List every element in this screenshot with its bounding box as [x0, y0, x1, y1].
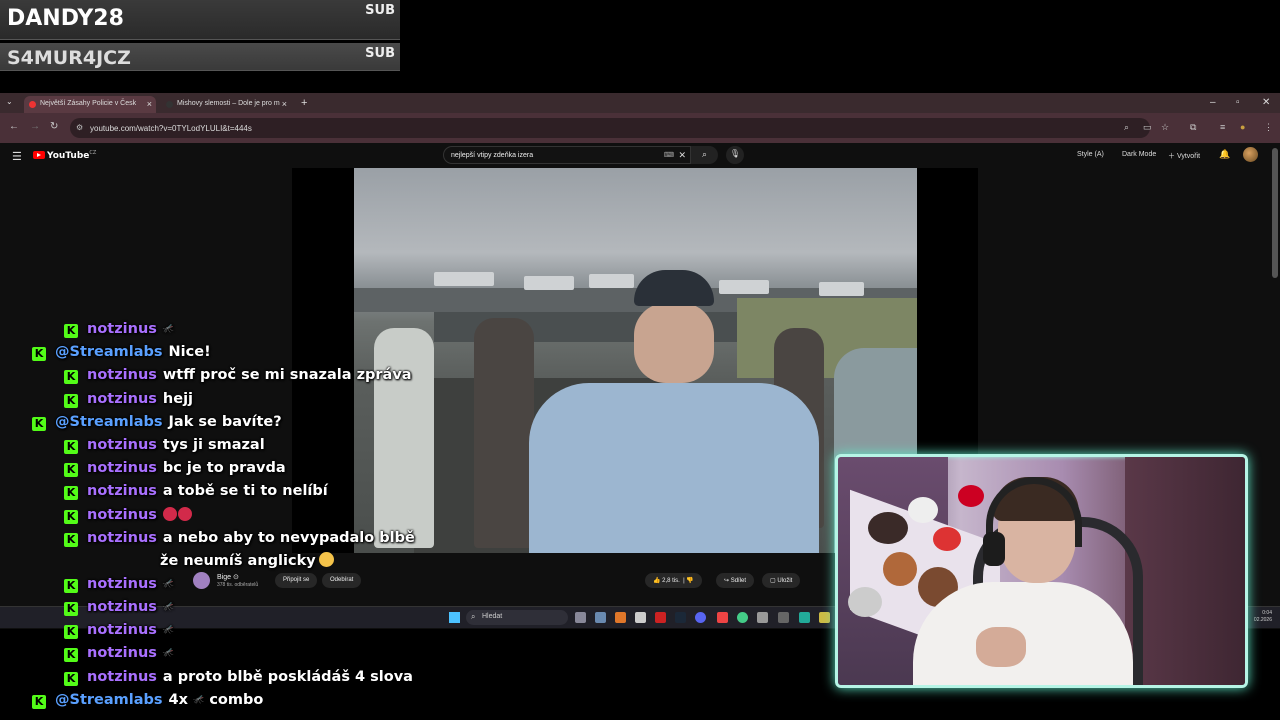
file-explorer-icon[interactable] — [819, 612, 830, 623]
thumbs-up-icon: 👍 — [653, 578, 661, 584]
forward-icon[interactable]: → — [30, 121, 40, 132]
chat-message: Knotzinus a proto blbě poskládáš 4 slova — [64, 669, 413, 686]
close-tab-icon[interactable]: × — [282, 99, 287, 109]
style-link[interactable]: Style (A) — [1077, 151, 1104, 158]
channel-name[interactable]: Bige ⊙ — [217, 573, 239, 581]
kick-badge-icon: K — [64, 672, 78, 686]
mosquito-emote-icon: 🦟 — [193, 695, 205, 705]
account-avatar[interactable] — [1243, 147, 1258, 162]
sub-alert-name: S4MUR4JCZ — [7, 47, 131, 69]
taskbar-clock[interactable]: 0:04 02.2026 — [1250, 610, 1272, 624]
share-button[interactable]: ↪ Sdílet — [716, 573, 755, 588]
search-button[interactable]: ⌕ — [691, 146, 718, 164]
back-icon[interactable]: ← — [9, 121, 19, 132]
new-tab-icon[interactable]: + — [301, 97, 307, 109]
tab-youtube[interactable]: Největší Zásahy Policie v Česk × — [24, 96, 156, 113]
notifications-bell-icon[interactable]: 🔔 — [1219, 149, 1230, 160]
dark-mode-link[interactable]: Dark Mode — [1122, 151, 1156, 158]
extensions-icon[interactable]: ⧉ — [1190, 122, 1196, 133]
cast-icon[interactable]: ▭ — [1143, 122, 1152, 133]
clear-search-icon[interactable]: ✕ — [678, 150, 686, 161]
url-text: youtube.com/watch?v=0TYLodYLULI&t=444s — [90, 124, 252, 133]
youtube-play-icon — [33, 151, 45, 159]
steam-icon[interactable] — [675, 612, 686, 623]
url-field[interactable]: ⚙ youtube.com/watch?v=0TYLodYLULI&t=444s — [70, 118, 1150, 138]
taskbar-search-label: Hledat — [482, 613, 503, 620]
tab-bar: ⌄ Největší Zásahy Policie v Česk × Misho… — [0, 93, 1280, 113]
app-icon[interactable] — [757, 612, 768, 623]
profile-icon[interactable]: ● — [1240, 122, 1245, 132]
widgets-icon[interactable] — [595, 612, 606, 623]
unsubscribe-button[interactable]: Odebírat — [322, 573, 362, 588]
sub-alert-name: DANDY28 — [7, 6, 124, 31]
windows-start-icon[interactable] — [449, 612, 460, 623]
channel-subscribers: 378 tis. odběratelů — [217, 582, 259, 588]
microphone-icon: 🎙 — [729, 149, 741, 158]
task-view-icon[interactable] — [575, 612, 586, 623]
sub-alert-tag: SUB — [365, 3, 395, 18]
mosquito-emote-icon: 🦟 — [162, 648, 175, 658]
channel-avatar[interactable] — [193, 572, 210, 589]
save-button[interactable]: ▢ Uložit — [762, 573, 801, 588]
menu-kebab-icon[interactable]: ⋮ — [1264, 122, 1273, 133]
youtube-favicon-icon — [29, 101, 36, 108]
zoom-icon[interactable]: ⌕ — [1124, 122, 1129, 133]
tab-title: Největší Zásahy Policie v Česk — [40, 100, 137, 107]
tab-second[interactable]: Mishovy slemosti – Dole je pro m × — [161, 96, 291, 113]
app-icon[interactable] — [799, 612, 810, 623]
bookmark-star-icon[interactable]: ☆ — [1161, 122, 1169, 133]
hamburger-menu-icon[interactable]: ☰ — [12, 150, 22, 163]
join-button[interactable]: Připojit se — [275, 573, 318, 588]
search-input[interactable]: nejlepší vtipy zdeňka izera ⌨ ✕ — [443, 146, 691, 164]
close-window-icon[interactable]: ✕ — [1262, 97, 1270, 108]
app-icon[interactable] — [717, 612, 728, 623]
video-frame — [354, 168, 917, 553]
search-icon: ⌕ — [701, 149, 708, 159]
save-icon: ▢ — [770, 578, 776, 584]
maximize-icon[interactable]: ▫ — [1236, 97, 1240, 108]
webcam-overlay — [835, 454, 1248, 688]
reload-icon[interactable]: ↻ — [50, 121, 58, 132]
app-icon[interactable] — [655, 612, 666, 623]
minimize-icon[interactable]: – — [1210, 97, 1216, 108]
keyboard-icon[interactable]: ⌨ — [664, 151, 674, 159]
share-icon: ↪ — [724, 578, 730, 584]
chat-message: Knotzinus 🦟 — [64, 645, 174, 662]
page-favicon-icon — [166, 101, 173, 108]
app-icon[interactable] — [635, 612, 646, 623]
reading-list-icon[interactable]: ≡ — [1220, 122, 1225, 132]
close-tab-icon[interactable]: × — [147, 99, 152, 109]
youtube-logo[interactable]: YouTubeCZ — [33, 150, 96, 161]
taskbar-search[interactable]: ⌕ Hledat — [466, 610, 568, 625]
page-scrollbar[interactable] — [1272, 148, 1278, 278]
search-icon: ⌕ — [471, 612, 476, 621]
address-bar-row: ← → ↻ ⚙ youtube.com/watch?v=0TYLodYLULI&… — [0, 113, 1280, 143]
site-info-icon[interactable]: ⚙ — [76, 123, 83, 132]
tab-list-icon[interactable]: ⌄ — [6, 97, 13, 106]
thumbs-down-icon: 👎 — [686, 578, 694, 584]
chat-message: K @Streamlabs 4x 🦟 combo — [32, 692, 263, 709]
voice-search-button[interactable]: 🎙 — [726, 146, 744, 164]
like-button[interactable]: 👍 2,8 tis. | 👎 — [645, 573, 702, 588]
kick-badge-icon: K — [32, 695, 46, 709]
discord-icon[interactable] — [695, 612, 706, 623]
tab-title: Mishovy slemosti – Dole je pro m — [177, 100, 280, 107]
sub-alert-tag: SUB — [365, 46, 395, 61]
search-query-text: nejlepší vtipy zdeňka izera — [451, 152, 534, 159]
app-icon[interactable] — [778, 612, 789, 623]
sub-alert-1: DANDY28 SUB — [0, 0, 400, 40]
kick-badge-icon: K — [64, 648, 78, 662]
app-icon[interactable] — [615, 612, 626, 623]
create-button[interactable]: ＋ Vytvořit — [1168, 151, 1200, 161]
chrome-icon[interactable] — [737, 612, 748, 623]
sub-alert-2: S4MUR4JCZ SUB — [0, 43, 400, 71]
